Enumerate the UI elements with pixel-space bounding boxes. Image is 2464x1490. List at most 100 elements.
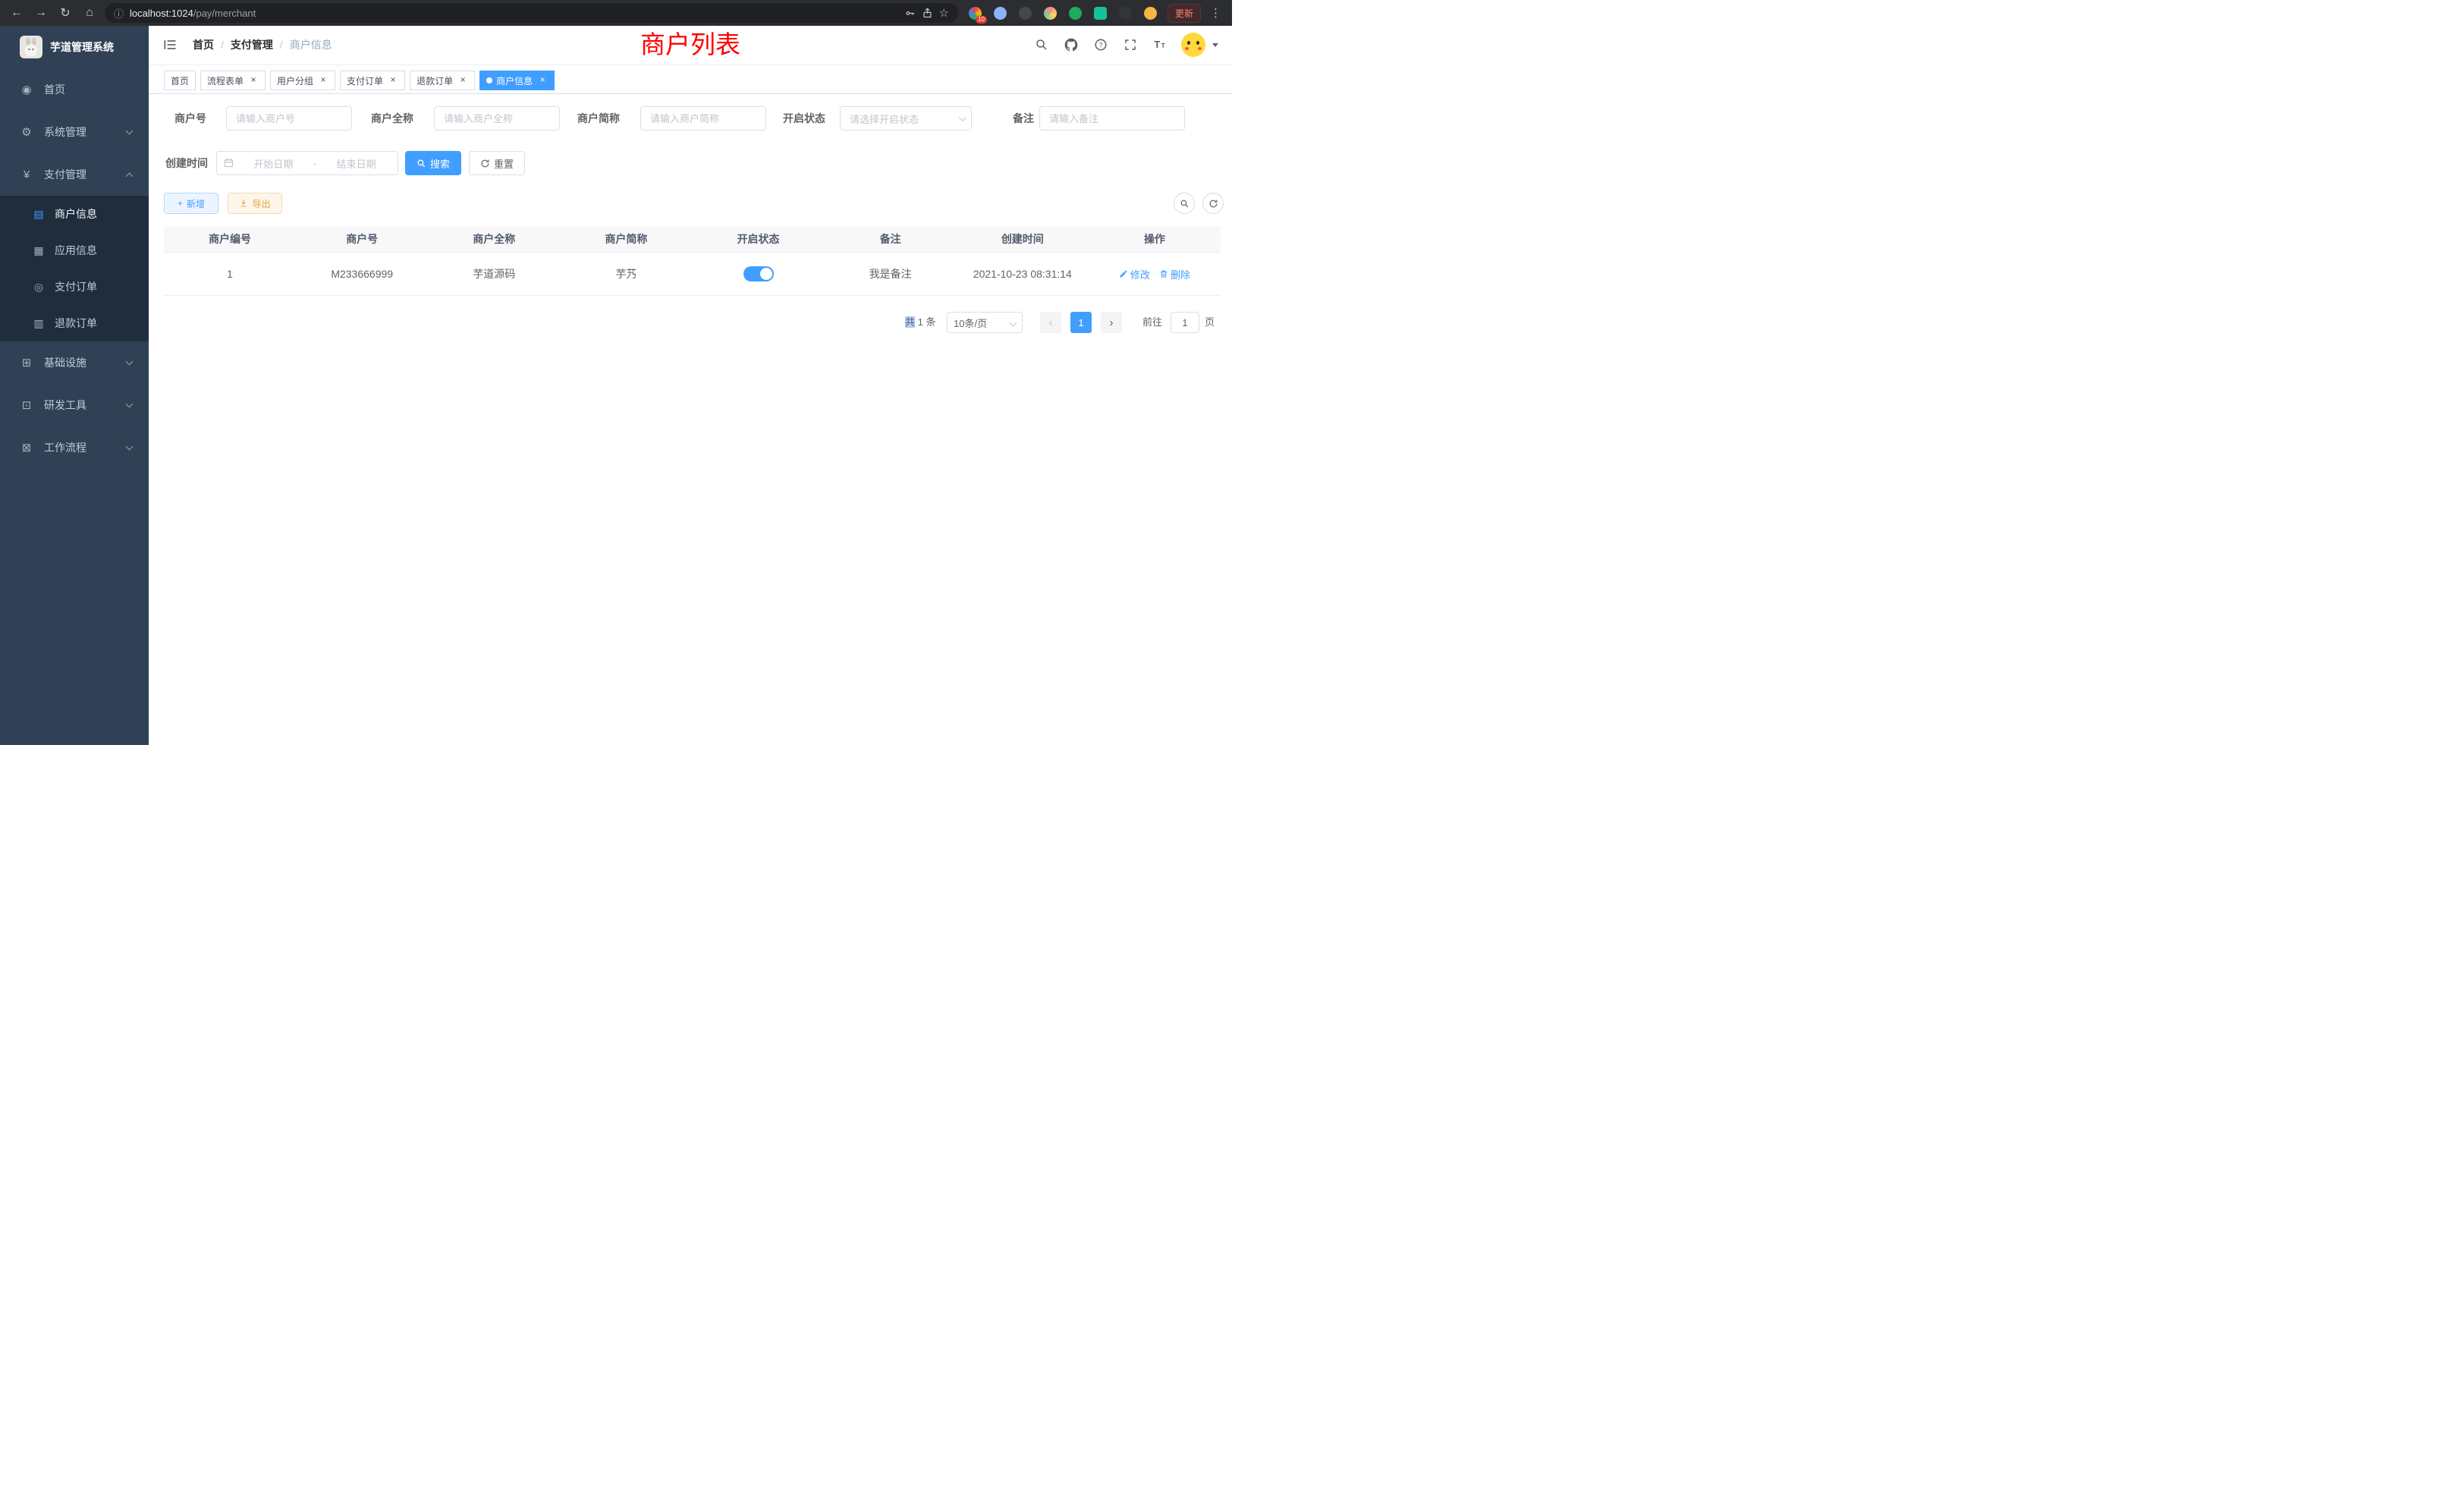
pager-prev-button[interactable]: ‹ [1040, 312, 1061, 333]
extension-icon[interactable] [1144, 7, 1157, 20]
avatar-caret-icon[interactable] [1212, 43, 1218, 47]
table-row: 1 M233666999 芋道源码 芋艿 我是备注 2021-10-23 08:… [164, 253, 1221, 296]
extension-icon[interactable] [1069, 7, 1082, 20]
tab-user-group[interactable]: 用户分组× [270, 71, 335, 90]
sidebar-item-merchant-info[interactable]: ▤ 商户信息 [0, 196, 149, 232]
pagination-total: 共 1 条 [905, 312, 935, 333]
sidebar-item-app-info[interactable]: ▦ 应用信息 [0, 232, 149, 269]
browser-reload-icon[interactable]: ↻ [56, 4, 74, 22]
extension-icon[interactable] [994, 7, 1007, 20]
pager-page-1[interactable]: 1 [1070, 312, 1092, 333]
info-icon[interactable]: ⓘ [114, 6, 124, 20]
toggle-search-button[interactable] [1174, 193, 1195, 214]
sidebar-item-pay-order[interactable]: ◎ 支付订单 [0, 269, 149, 305]
close-icon[interactable]: × [248, 75, 259, 86]
tab-pay-order[interactable]: 支付订单× [340, 71, 405, 90]
table-header: 商户编号 [164, 226, 296, 252]
help-icon[interactable]: ? [1092, 36, 1109, 53]
tab-merchant-info[interactable]: 商户信息× [479, 71, 555, 90]
cell-remark: 我是备注 [825, 253, 957, 295]
tab-refund-order[interactable]: 退款订单× [410, 71, 475, 90]
avatar[interactable] [1181, 33, 1205, 57]
status-select[interactable]: 请选择开启状态 [840, 106, 972, 130]
export-button[interactable]: 导出 [228, 193, 282, 214]
pager-next-button[interactable]: › [1101, 312, 1122, 333]
search-button[interactable]: 搜索 [405, 151, 461, 175]
breadcrumb-section[interactable]: 支付管理 [231, 37, 273, 52]
merchant-no-input[interactable] [226, 106, 352, 130]
extension-badge: 10 [976, 16, 987, 24]
tab-home[interactable]: 首页 [164, 71, 196, 90]
page-size-select[interactable]: 10条/页 [947, 312, 1023, 333]
close-icon[interactable]: × [457, 75, 468, 86]
avatar-cheek [1198, 47, 1202, 50]
merchant-no-label: 商户号 [161, 106, 206, 130]
breadcrumb-separator: / [280, 39, 283, 51]
merchant-short-label: 商户简称 [571, 106, 620, 130]
fullscreen-icon[interactable] [1122, 36, 1139, 53]
password-key-icon[interactable] [904, 8, 916, 19]
browser-menu-icon[interactable]: ⋮ [1207, 6, 1224, 20]
merchant-name-label: 商户全称 [365, 106, 413, 130]
remark-input[interactable] [1039, 106, 1185, 130]
plus-icon: + [178, 198, 183, 209]
delete-link[interactable]: 删除 [1159, 267, 1190, 281]
cell-merchant-no: M233666999 [296, 253, 428, 295]
pager-goto-label: 前往 [1142, 312, 1162, 333]
extension-icon[interactable] [1094, 7, 1107, 20]
refresh-table-button[interactable] [1202, 193, 1224, 214]
browser-chrome: ← → ↻ ⌂ ⓘ localhost:1024/pay/merchant ☆ … [0, 0, 1232, 26]
hamburger-icon[interactable] [162, 36, 179, 53]
github-icon[interactable] [1063, 36, 1080, 53]
app-logo[interactable]: 芋道管理系统 [0, 26, 149, 68]
browser-back-icon[interactable]: ← [8, 4, 26, 22]
address-bar[interactable]: ⓘ localhost:1024/pay/merchant ☆ [105, 3, 958, 23]
sidebar-item-home[interactable]: ◉ 首页 [0, 68, 149, 111]
close-icon[interactable]: × [318, 75, 328, 86]
table-header: 商户简称 [560, 226, 692, 252]
browser-update-button[interactable]: 更新 [1168, 4, 1201, 23]
sidebar-item-refund-order[interactable]: ▥ 退款订单 [0, 305, 149, 341]
merchant-table: 商户编号 商户号 商户全称 商户简称 开启状态 备注 创建时间 操作 1 M23… [164, 226, 1221, 296]
sidebar-item-label: 工作流程 [44, 440, 86, 455]
table-header-row: 商户编号 商户号 商户全称 商户简称 开启状态 备注 创建时间 操作 [164, 226, 1221, 253]
sidebar-item-label: 基础设施 [44, 355, 86, 370]
sidebar-item-label: 商户信息 [55, 206, 97, 222]
bookmark-star-icon[interactable]: ☆ [939, 6, 949, 20]
delete-icon [1159, 269, 1168, 278]
merchant-name-input[interactable] [434, 106, 560, 130]
svg-text:T: T [1155, 39, 1161, 50]
edit-icon [1119, 269, 1128, 278]
sidebar-item-infrastructure[interactable]: ⊞ 基础设施 [0, 341, 149, 384]
reset-button[interactable]: 重置 [469, 151, 525, 175]
sidebar-item-workflow[interactable]: ⊠ 工作流程 [0, 426, 149, 469]
sidebar-item-system[interactable]: ⚙ 系统管理 [0, 111, 149, 153]
font-size-icon[interactable]: TT [1152, 36, 1168, 53]
browser-home-icon[interactable]: ⌂ [80, 4, 99, 22]
url-text: localhost:1024/pay/merchant [130, 8, 898, 19]
date-start-placeholder: 开始日期 [238, 156, 309, 171]
breadcrumb-home[interactable]: 首页 [193, 37, 214, 52]
merchant-short-input[interactable] [640, 106, 766, 130]
chevron-down-icon [126, 127, 134, 135]
pager-goto-input[interactable] [1171, 312, 1199, 333]
create-time-range-picker[interactable]: 开始日期 - 结束日期 [216, 151, 398, 175]
edit-link[interactable]: 修改 [1119, 267, 1150, 281]
close-icon[interactable]: × [537, 75, 548, 86]
share-icon[interactable] [922, 8, 933, 19]
close-icon[interactable]: × [388, 75, 398, 86]
extensions-area: 10 [964, 7, 1161, 20]
extension-icon[interactable]: 10 [969, 7, 982, 20]
search-icon[interactable] [1033, 36, 1050, 53]
extension-icon[interactable] [1119, 7, 1132, 20]
workflow-icon: ⊠ [18, 441, 35, 454]
status-toggle[interactable] [743, 266, 774, 281]
app-title: 芋道管理系统 [50, 39, 114, 55]
extension-icon[interactable] [1044, 7, 1057, 20]
tab-flow-form[interactable]: 流程表单× [200, 71, 266, 90]
add-button[interactable]: + 新增 [164, 193, 218, 214]
sidebar-item-devtools[interactable]: ⊡ 研发工具 [0, 384, 149, 426]
sidebar-item-payment[interactable]: ¥ 支付管理 [0, 153, 149, 196]
extension-icon[interactable] [1019, 7, 1032, 20]
browser-forward-icon[interactable]: → [32, 4, 50, 22]
